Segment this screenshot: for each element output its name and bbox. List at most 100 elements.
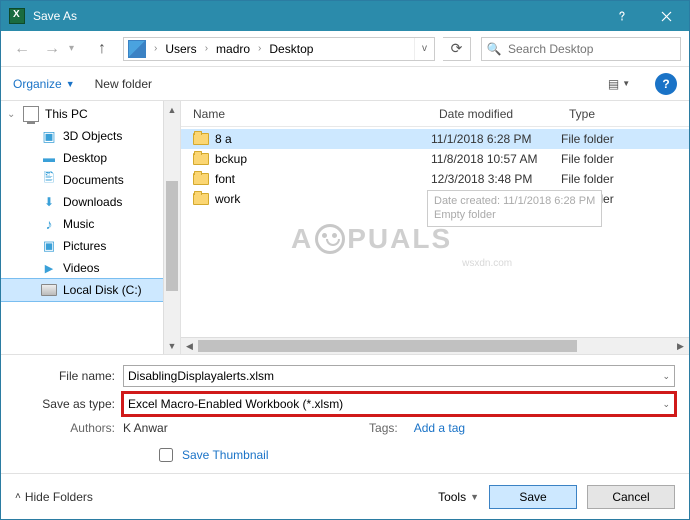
- watermark: A PUALS wsxdn.com: [291, 223, 452, 255]
- save-type-field[interactable]: Excel Macro-Enabled Workbook (*.xlsm) ⌄: [123, 393, 675, 415]
- file-name: work: [215, 192, 240, 206]
- scroll-down-button[interactable]: ▼: [164, 337, 180, 354]
- breadcrumb-madro[interactable]: madro: [212, 38, 254, 60]
- nav-back[interactable]: ←: [9, 36, 35, 62]
- watermark-text: A: [291, 223, 313, 255]
- expand-icon[interactable]: ⌄: [7, 109, 15, 120]
- save-thumbnail-checkbox[interactable]: [159, 448, 173, 462]
- chevron-down-icon[interactable]: ⌄: [662, 399, 670, 410]
- videos-icon: [41, 260, 57, 276]
- file-date: 11/28/2018 12:13 …: [431, 192, 561, 206]
- scroll-thumb[interactable]: [198, 340, 577, 352]
- pictures-icon: [41, 238, 57, 254]
- file-name: bckup: [215, 152, 247, 166]
- hide-folders-button[interactable]: ˄ Hide Folders: [15, 490, 93, 504]
- sidebar-this-pc[interactable]: ⌄ This PC: [1, 103, 180, 125]
- sidebar-item-documents[interactable]: Documents: [1, 169, 180, 191]
- file-date: 11/1/2018 6:28 PM: [431, 132, 561, 146]
- sidebar-label: Downloads: [63, 195, 122, 209]
- desktop-icon: [41, 150, 57, 166]
- breadcrumb-sep: ›: [150, 43, 161, 54]
- pc-icon: [23, 106, 39, 122]
- file-name-field[interactable]: DisablingDisplayalerts.xlsm ⌄: [123, 365, 675, 387]
- nav-history-dropdown[interactable]: ▾: [69, 43, 85, 54]
- file-list-hscrollbar[interactable]: ◀ ▶: [181, 337, 689, 354]
- scroll-right-button[interactable]: ▶: [672, 338, 689, 355]
- address-dropdown[interactable]: v: [414, 38, 434, 60]
- sidebar-label: Videos: [63, 261, 99, 275]
- sidebar-item-pictures[interactable]: Pictures: [1, 235, 180, 257]
- sidebar-label: Music: [63, 217, 94, 231]
- scroll-left-button[interactable]: ◀: [181, 338, 198, 355]
- help-button[interactable]: ?: [655, 73, 677, 95]
- cancel-label: Cancel: [612, 490, 649, 504]
- body: ⌄ This PC 3D Objects Desktop Documents D…: [1, 101, 689, 355]
- disk-icon: [41, 284, 57, 296]
- sidebar-item-music[interactable]: Music: [1, 213, 180, 235]
- save-type-label: Save as type:: [15, 397, 115, 411]
- folder-icon: [193, 193, 209, 205]
- tools-menu[interactable]: Tools ▼: [438, 490, 479, 504]
- hide-folders-label: Hide Folders: [25, 490, 93, 504]
- file-row[interactable]: 8 a 11/1/2018 6:28 PM File folder: [181, 129, 689, 149]
- file-date: 12/3/2018 3:48 PM: [431, 172, 561, 186]
- search-box[interactable]: 🔍: [481, 37, 681, 61]
- column-name[interactable]: Name: [181, 101, 431, 126]
- folder-icon: [193, 133, 209, 145]
- save-button[interactable]: Save: [489, 485, 577, 509]
- file-row[interactable]: font 12/3/2018 3:48 PM File folder: [181, 169, 689, 189]
- sidebar-item-local-disk-c[interactable]: Local Disk (C:): [1, 279, 180, 301]
- breadcrumb-users[interactable]: Users: [161, 38, 200, 60]
- sidebar-item-videos[interactable]: Videos: [1, 257, 180, 279]
- folder-icon: [193, 173, 209, 185]
- file-name-label: File name:: [15, 369, 115, 383]
- scroll-up-button[interactable]: ▲: [164, 101, 180, 118]
- form-area: File name: DisablingDisplayalerts.xlsm ⌄…: [1, 355, 689, 473]
- folder-icon: [193, 153, 209, 165]
- sidebar-item-downloads[interactable]: Downloads: [1, 191, 180, 213]
- close-button[interactable]: [644, 1, 689, 31]
- sidebar-label: Documents: [63, 173, 124, 187]
- scroll-thumb[interactable]: [166, 181, 178, 291]
- tags-label: Tags:: [298, 421, 398, 435]
- organize-label: Organize: [13, 77, 62, 91]
- address-bar[interactable]: › Users › madro › Desktop v: [123, 37, 435, 61]
- sidebar-item-3d-objects[interactable]: 3D Objects: [1, 125, 180, 147]
- sidebar-item-desktop[interactable]: Desktop: [1, 147, 180, 169]
- help-button[interactable]: [599, 1, 644, 31]
- breadcrumb-desktop[interactable]: Desktop: [265, 38, 317, 60]
- sidebar-scrollbar[interactable]: ▲ ▼: [163, 101, 180, 354]
- file-row[interactable]: bckup 11/8/2018 10:57 AM File folder: [181, 149, 689, 169]
- nav-up[interactable]: ↑: [89, 36, 115, 62]
- tags-value[interactable]: Add a tag: [414, 421, 465, 435]
- organize-menu[interactable]: Organize ▼: [13, 77, 75, 91]
- chevron-down-icon[interactable]: ⌄: [662, 371, 670, 382]
- column-type[interactable]: Type: [561, 101, 689, 126]
- music-icon: [41, 216, 57, 232]
- file-pane: Name Date modified Type 8 a 11/1/2018 6:…: [181, 101, 689, 354]
- window-title: Save As: [33, 9, 77, 23]
- column-date[interactable]: Date modified: [431, 101, 561, 126]
- authors-label: Authors:: [15, 421, 115, 435]
- file-type: File folder: [561, 192, 689, 206]
- footer: ˄ Hide Folders Tools ▼ Save Cancel: [1, 473, 689, 519]
- file-row[interactable]: work 11/28/2018 12:13 … File folder: [181, 189, 689, 209]
- chevron-down-icon: ▼: [470, 492, 479, 502]
- file-type: File folder: [561, 152, 689, 166]
- file-type: File folder: [561, 172, 689, 186]
- sidebar-label: This PC: [45, 107, 88, 121]
- save-as-dialog: Save As ← → ▾ ↑ › Users › madro › Deskto…: [0, 0, 690, 520]
- search-input[interactable]: [506, 41, 680, 57]
- new-folder-button[interactable]: New folder: [95, 77, 152, 91]
- cancel-button[interactable]: Cancel: [587, 485, 675, 509]
- view-options-button[interactable]: ▤ ▼: [603, 73, 635, 95]
- refresh-button[interactable]: ⟳: [443, 37, 471, 61]
- chevron-down-icon: ▼: [66, 79, 75, 89]
- breadcrumb-sep: ›: [201, 43, 212, 54]
- watermark-face-icon: [315, 224, 345, 254]
- view-icon: ▤: [608, 77, 619, 91]
- authors-value[interactable]: K Anwar: [123, 421, 168, 435]
- save-thumbnail-label: Save Thumbnail: [182, 448, 269, 462]
- downloads-icon: [41, 194, 57, 210]
- sidebar-label: 3D Objects: [63, 129, 122, 143]
